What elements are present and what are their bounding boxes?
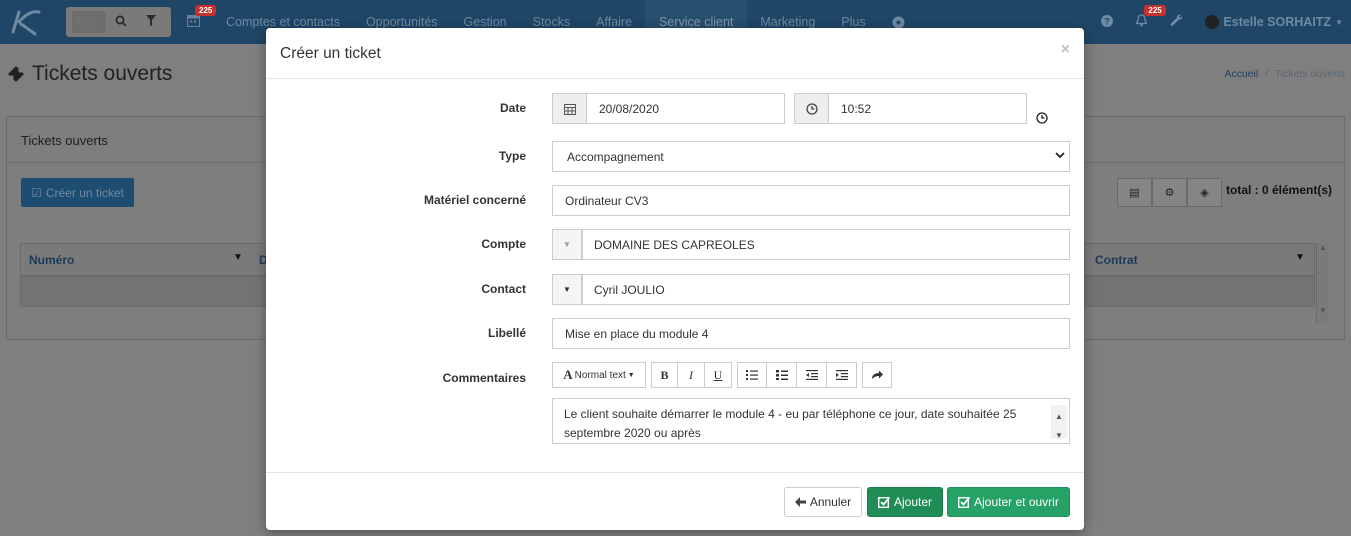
editor-toolbar: A Normal text ▼ B I U [552,362,892,388]
outdent-button[interactable] [797,362,827,388]
add-and-open-button[interactable]: Ajouter et ouvrir [947,487,1070,517]
textarea-scrollbar[interactable]: ▲ ▼ [1051,405,1067,440]
modal-footer: Annuler Ajouter Ajouter et ouvrir [266,472,1084,530]
libelle-field[interactable]: Mise en place du module 4 [552,318,1070,349]
col-numero[interactable]: Numéro [29,253,74,267]
help-icon[interactable]: ? [1101,14,1114,30]
check-square-icon: ☑ [31,185,42,200]
create-ticket-button-bg[interactable]: ☑ Créer un ticket [21,178,134,207]
contact-label: Contact [481,282,526,296]
wrench-icon[interactable] [1170,14,1183,30]
user-name: Estelle SORHAITZ [1223,15,1332,29]
page-title-text: Tickets ouverts [32,62,173,85]
modal-header: Créer un ticket × [266,28,1084,79]
libelle-label: Libellé [487,326,526,340]
close-button[interactable]: × [1061,41,1070,59]
calendar-icon[interactable] [552,93,587,124]
search-icon[interactable] [106,15,136,30]
chevron-down-icon [1055,151,1065,162]
breadcrumb-current: Tickets ouverts [1274,68,1345,80]
cancel-button-label: Annuler [809,495,852,509]
filter-icon[interactable]: ▼ [233,252,243,263]
filter-icon[interactable] [136,15,166,29]
col-contrat[interactable]: Contrat [1095,253,1138,267]
indent-button[interactable] [827,362,857,388]
svg-text:?: ? [1105,16,1111,26]
contact-field[interactable]: Cyril JOULIO [582,274,1070,305]
grid-tools: ▤ ⚙ ◈ [1117,178,1222,207]
bold-button[interactable]: B [651,362,678,388]
comment-text: Le client souhaite démarrer le module 4 … [564,407,1017,440]
settings-icon[interactable]: ⚙ [1152,178,1187,207]
font-icon: A [563,367,573,382]
create-ticket-label: Créer un ticket [45,185,124,200]
breadcrumb-separator: / [1265,68,1269,80]
export-icon[interactable]: ▤ [1117,178,1152,207]
caret-down-icon: ▼ [1335,17,1343,27]
caret-down-icon: ▼ [627,371,635,379]
clock-reset-icon[interactable] [1036,112,1048,127]
cancel-button[interactable]: Annuler [784,487,862,517]
grid-scrollbar[interactable]: ▲ ▼ [1316,243,1329,323]
dashboard-icon [892,16,905,28]
modal-title: Créer un ticket [280,45,381,62]
numbered-list-button[interactable] [767,362,797,388]
date-field[interactable]: 20/08/2020 [586,93,785,124]
app-logo[interactable] [0,0,52,44]
cube-icon[interactable]: ◈ [1187,178,1222,207]
arrow-left-icon [794,497,806,507]
clock-icon[interactable] [794,93,829,124]
avatar [1205,15,1220,29]
logo-icon [11,10,41,36]
redo-button[interactable] [862,362,892,388]
share-icon [872,370,883,379]
type-label: Type [498,149,526,163]
outdent-icon [805,370,818,380]
scroll-down-icon[interactable]: ▼ [1055,426,1063,445]
compte-field[interactable]: DOMAINE DES CAPREOLES [582,229,1070,260]
commentaires-label: Commentaires [442,371,526,385]
date-label: Date [499,101,526,115]
breadcrumb: Accueil / Tickets ouverts [1224,68,1345,80]
font-style-dropdown[interactable]: A Normal text ▼ [552,362,646,388]
underline-button[interactable]: U [705,362,732,388]
create-ticket-modal: Créer un ticket × Date 20/08/2020 10:52 … [266,28,1084,530]
font-style-label: Normal text [574,369,626,381]
user-menu[interactable]: Estelle SORHAITZ ▼ [1205,15,1343,29]
search-box [66,7,171,37]
notification-badge: 225 [1144,5,1166,16]
add-and-open-button-label: Ajouter et ouvrir [974,495,1059,509]
add-button-label: Ajouter [893,495,933,509]
comment-textarea[interactable]: Le client souhaite démarrer le module 4 … [552,398,1070,444]
compte-dropdown-toggle[interactable]: ▼ [552,229,582,260]
add-button[interactable]: Ajouter [867,487,943,517]
bullet-list-button[interactable] [737,362,767,388]
page-title: Tickets ouverts [6,62,172,86]
type-select[interactable]: Accompagnement [552,141,1070,172]
scroll-up-icon[interactable]: ▲ [1055,407,1063,426]
notifications-button[interactable]: 225 [1135,5,1166,30]
calendar-nav[interactable]: 225 [187,5,217,30]
check-square-icon [958,496,971,508]
italic-button[interactable]: I [678,362,705,388]
type-select-value: Accompagnement [567,149,664,164]
ticket-icon [8,66,24,82]
breadcrumb-home[interactable]: Accueil [1224,68,1258,80]
materiel-label: Matériel concerné [423,193,526,207]
check-square-icon [877,496,890,508]
list-ul-icon [746,370,758,380]
compte-label: Compte [481,237,526,251]
contact-dropdown-toggle[interactable]: ▼ [552,274,582,305]
total-count: total : 0 élément(s) [1226,183,1333,197]
list-ol-icon [775,370,788,380]
calendar-badge: 225 [195,5,217,16]
materiel-field[interactable]: Ordinateur CV3 [552,185,1070,216]
filter-icon[interactable]: ▼ [1295,252,1305,263]
search-input[interactable] [72,11,106,33]
time-field[interactable]: 10:52 [828,93,1027,124]
indent-icon [835,370,848,380]
